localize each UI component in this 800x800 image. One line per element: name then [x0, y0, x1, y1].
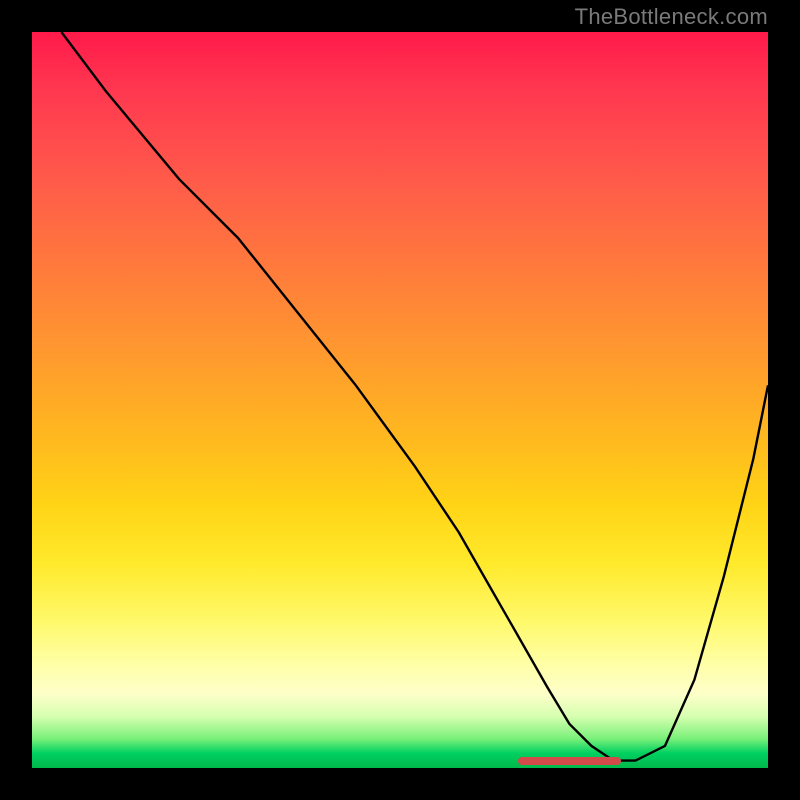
line-curve	[32, 32, 768, 768]
watermark-text: TheBottleneck.com	[575, 4, 768, 30]
optimum-marker	[518, 757, 621, 765]
plot-area	[32, 32, 768, 768]
chart-container: TheBottleneck.com	[0, 0, 800, 800]
curve-path	[61, 32, 768, 761]
